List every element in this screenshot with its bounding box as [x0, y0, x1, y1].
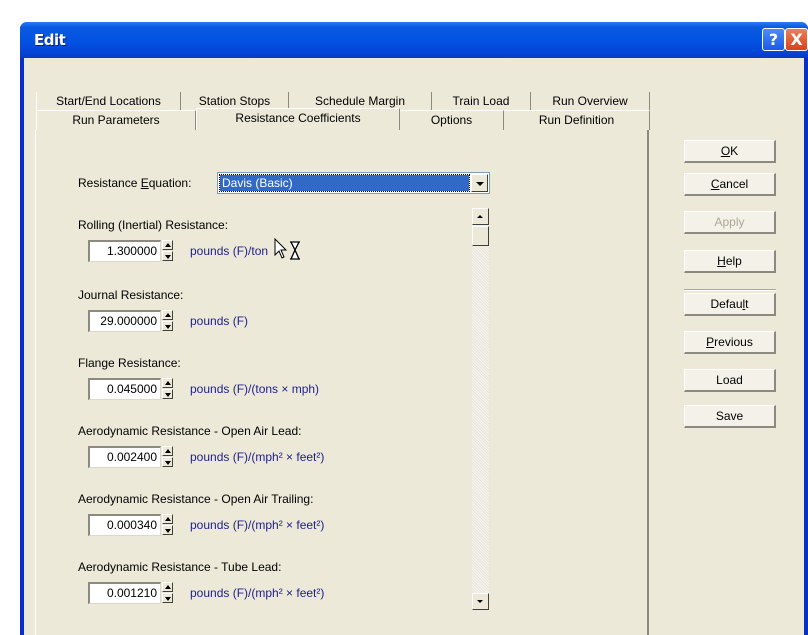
journal-resistance-label: Journal Resistance: [78, 288, 184, 302]
aero-open-air-lead-input[interactable]: 0.002400 [88, 446, 161, 468]
title-bar[interactable]: Edit ? X [20, 22, 808, 58]
spin-up-icon[interactable] [162, 582, 173, 592]
cancel-button[interactable]: Cancel [684, 173, 776, 196]
tab-run-definition[interactable]: Run Definition [504, 110, 650, 130]
aero-open-air-trailing-label: Aerodynamic Resistance - Open Air Traili… [78, 492, 314, 506]
spin-down-icon[interactable] [162, 593, 173, 603]
aero-open-air-lead-label: Aerodynamic Resistance - Open Air Lead: [78, 424, 302, 438]
button-separator [684, 289, 776, 291]
load-button[interactable]: Load [684, 369, 776, 392]
aero-tube-lead-input[interactable]: 0.001210 [88, 582, 161, 604]
help-icon[interactable]: ? [762, 28, 785, 51]
apply-button[interactable]: Apply [684, 211, 776, 234]
tab-resistance-coefficients[interactable]: Resistance Coefficients [196, 108, 400, 130]
ok-label: K [730, 144, 739, 158]
save-button[interactable]: Save [684, 405, 776, 428]
spin-up-icon[interactable] [162, 514, 173, 524]
flange-resistance-spinner[interactable] [162, 378, 173, 399]
default-label: Defau [710, 297, 743, 311]
aero-tube-lead-unit: pounds (F)/(mph² × feet²) [190, 586, 325, 600]
spin-up-icon[interactable] [162, 378, 173, 388]
journal-resistance-input[interactable]: 29.000000 [88, 310, 161, 332]
tab-train-load[interactable]: Train Load [432, 92, 531, 112]
rolling-resistance-unit: pounds (F)/ton [190, 244, 269, 258]
aero-tube-lead-label: Aerodynamic Resistance - Tube Lead: [78, 560, 282, 574]
tab-run-parameters[interactable]: Run Parameters [36, 110, 196, 130]
help-label: elp [725, 254, 742, 268]
rolling-resistance-label: Rolling (Inertial) Resistance: [78, 218, 229, 232]
spin-down-icon[interactable] [162, 321, 173, 331]
tab-start-end-locations[interactable]: Start/End Locations [36, 92, 181, 112]
aero-open-air-lead-unit: pounds (F)/(mph² × feet²) [190, 450, 325, 464]
resistance-equation-label: Resistance Equation: [78, 176, 191, 190]
flange-resistance-input[interactable]: 0.045000 [88, 378, 161, 400]
tab-options[interactable]: Options [400, 110, 504, 130]
flange-resistance-unit: pounds (F)/(tons × mph) [190, 382, 320, 396]
scroll-down-icon[interactable] [472, 593, 489, 610]
dialog-client-area: Start/End Locations Station Stops Schedu… [24, 58, 804, 635]
rolling-resistance-spinner[interactable] [162, 240, 173, 261]
spin-up-icon[interactable] [162, 310, 173, 320]
aero-open-air-trailing-unit: pounds (F)/(mph² × feet²) [190, 518, 325, 532]
scroll-thumb[interactable] [472, 226, 489, 246]
label-part: Resistance [78, 176, 141, 190]
ok-mnemonic: O [720, 144, 731, 158]
busy-cursor-icon [274, 238, 301, 260]
cancel-label: ancel [719, 177, 749, 191]
label-mnemonic: E [140, 176, 149, 190]
aero-open-air-trailing-spinner[interactable] [162, 514, 173, 535]
spin-down-icon[interactable] [162, 457, 173, 467]
journal-resistance-spinner[interactable] [162, 310, 173, 331]
default-label-end: t [745, 297, 749, 311]
aero-tube-lead-spinner[interactable] [162, 582, 173, 603]
label-part: quation: [148, 176, 192, 190]
close-icon[interactable]: X [785, 28, 808, 51]
spin-down-icon[interactable] [162, 389, 173, 399]
resistance-equation-select[interactable]: Davis (Basic) [217, 172, 490, 194]
tab-run-overview[interactable]: Run Overview [531, 92, 650, 112]
chevron-down-icon[interactable] [471, 174, 488, 192]
spin-up-icon[interactable] [162, 446, 173, 456]
aero-open-air-lead-spinner[interactable] [162, 446, 173, 467]
default-button[interactable]: Default [684, 293, 776, 316]
previous-mnemonic: P [706, 335, 715, 349]
previous-label: revious [714, 335, 753, 349]
spin-up-icon[interactable] [162, 240, 173, 250]
help-mnemonic: H [717, 254, 726, 268]
aero-open-air-trailing-input[interactable]: 0.000340 [88, 514, 161, 536]
journal-resistance-unit: pounds (F) [190, 314, 249, 328]
vertical-scrollbar[interactable] [472, 208, 489, 610]
help-button[interactable]: Help [684, 250, 776, 273]
resistance-equation-value: Davis (Basic) [219, 174, 470, 192]
flange-resistance-label: Flange Resistance: [78, 356, 181, 370]
window-title: Edit [34, 31, 66, 49]
rolling-resistance-input[interactable]: 1.300000 [88, 240, 161, 262]
ok-button[interactable]: OK [684, 140, 776, 163]
spin-down-icon[interactable] [162, 525, 173, 535]
spin-down-icon[interactable] [162, 251, 173, 261]
scroll-up-icon[interactable] [472, 208, 489, 225]
previous-button[interactable]: Previous [684, 331, 776, 354]
